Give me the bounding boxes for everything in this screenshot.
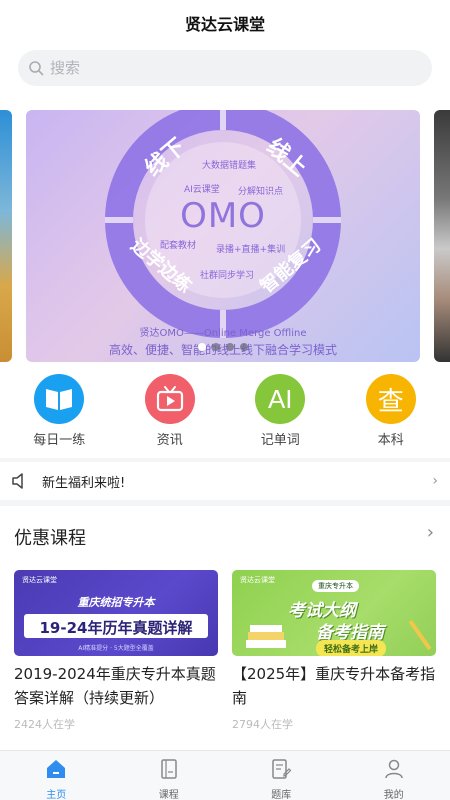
inner-item: 社群同步学习: [200, 271, 255, 281]
bottom-tab-bar: 主页 课程 题库 我的: [0, 750, 450, 800]
speaker-icon: [12, 473, 23, 489]
inner-item: 录播+直播+集训: [216, 245, 286, 255]
tab-question-bank[interactable]: 题库: [225, 751, 338, 800]
book-icon: [34, 374, 85, 424]
user-icon: [385, 759, 403, 779]
section-title: 优惠课程: [14, 528, 86, 549]
books-illustration: [246, 625, 286, 648]
course-book-icon: [161, 759, 177, 779]
banner-carousel[interactable]: 线下 线上 边学边练 智能复习 大数据错题集 AI云课堂 分解知识点 OMO 配…: [0, 100, 450, 370]
tab-home[interactable]: 主页: [0, 751, 113, 800]
thumb-title: 19-24年历年真题详解: [39, 619, 193, 637]
inner-item: 大数据错题集: [202, 161, 257, 171]
thumb-badge: 轻松备考上岸: [316, 640, 387, 656]
course-card[interactable]: 贤达云课堂 重庆专升本 考试大纲 备考指南 轻松备考上岸 【2025年】重庆专升…: [232, 570, 436, 732]
quick-link-undergrad[interactable]: 查 本科: [346, 370, 436, 458]
pencil-illustration: [408, 619, 432, 651]
quick-link-news[interactable]: 资讯: [125, 370, 215, 458]
indicator-dot[interactable]: [198, 343, 206, 351]
tab-courses[interactable]: 课程: [113, 751, 226, 800]
indicator-dot[interactable]: [212, 343, 220, 351]
notice-text: 新生福利来啦!: [42, 475, 126, 491]
course-learners: 2794人在学: [232, 718, 293, 731]
top-bar: 贤达云课堂: [0, 0, 450, 100]
search-input[interactable]: [50, 59, 410, 77]
discount-courses-section: 优惠课程 › 贤达云课堂 重庆统招专升本 19-24年历年真题详解 AI精准提分…: [0, 506, 450, 756]
indicator-dot[interactable]: [226, 343, 234, 351]
brand-label: 贤达云课堂: [22, 576, 57, 584]
chevron-right-icon: ›: [432, 473, 438, 489]
cha-glyph-icon: 查: [365, 374, 416, 424]
course-thumbnail[interactable]: 贤达云课堂 重庆统招专升本 19-24年历年真题详解 AI精准提分 · 5大题型…: [14, 570, 218, 656]
quick-link-label: 记单词: [260, 433, 300, 448]
prev-banner-peek[interactable]: [0, 110, 12, 362]
search-bar[interactable]: [18, 50, 432, 86]
course-title[interactable]: 2019-2024年重庆专升本真题答案详解（持续更新）: [14, 662, 218, 710]
tv-play-icon: [144, 374, 195, 424]
document-edit-icon: [272, 759, 292, 779]
thumb-tag: 重庆专升本: [312, 580, 359, 592]
search-icon: [29, 61, 44, 76]
tab-label: 课程: [158, 790, 179, 800]
thumb-heading: 重庆统招专升本: [77, 596, 155, 609]
course-thumbnail[interactable]: 贤达云课堂 重庆专升本 考试大纲 备考指南 轻松备考上岸: [232, 570, 436, 656]
carousel-indicators[interactable]: [198, 343, 248, 351]
notice-bar[interactable]: 新生福利来啦! ›: [0, 462, 450, 500]
tab-label: 主页: [46, 790, 67, 800]
quick-link-label: 资讯: [156, 433, 183, 448]
app-title: 贤达云课堂: [184, 15, 265, 34]
indicator-dot[interactable]: [240, 343, 248, 351]
quick-link-vocabulary[interactable]: AI 记单词: [235, 370, 325, 458]
quick-links: 每日一练 资讯 AI 记单词 查 本科: [0, 370, 450, 458]
course-learners: 2424人在学: [14, 718, 75, 731]
banner-caption: 贤达OMO——Online Merge Offline: [139, 328, 307, 339]
thumb-subtitle: AI精准提分 · 5大题型全覆盖: [78, 645, 154, 652]
brand-label: 贤达云课堂: [240, 576, 275, 584]
tab-label: 我的: [383, 790, 404, 800]
banner-slide-omo[interactable]: 线下 线上 边学边练 智能复习 大数据错题集 AI云课堂 分解知识点 OMO 配…: [26, 110, 420, 362]
ai-text-icon: AI: [255, 374, 306, 424]
quick-link-label: 每日一练: [33, 433, 86, 448]
inner-item: AI云课堂: [184, 185, 220, 195]
tab-label: 题库: [271, 790, 292, 800]
quick-link-label: 本科: [377, 433, 404, 448]
home-icon: [47, 760, 66, 778]
tab-mine[interactable]: 我的: [338, 751, 450, 800]
inner-item: 配套教材: [160, 241, 197, 251]
next-banner-peek[interactable]: [434, 110, 450, 362]
course-title[interactable]: 【2025年】重庆专升本备考指南: [232, 662, 436, 710]
omo-title: OMO: [180, 196, 266, 236]
course-card[interactable]: 贤达云课堂 重庆统招专升本 19-24年历年真题详解 AI精准提分 · 5大题型…: [14, 570, 218, 732]
quick-link-daily-practice[interactable]: 每日一练: [14, 370, 104, 458]
chevron-right-icon[interactable]: ›: [427, 522, 434, 543]
